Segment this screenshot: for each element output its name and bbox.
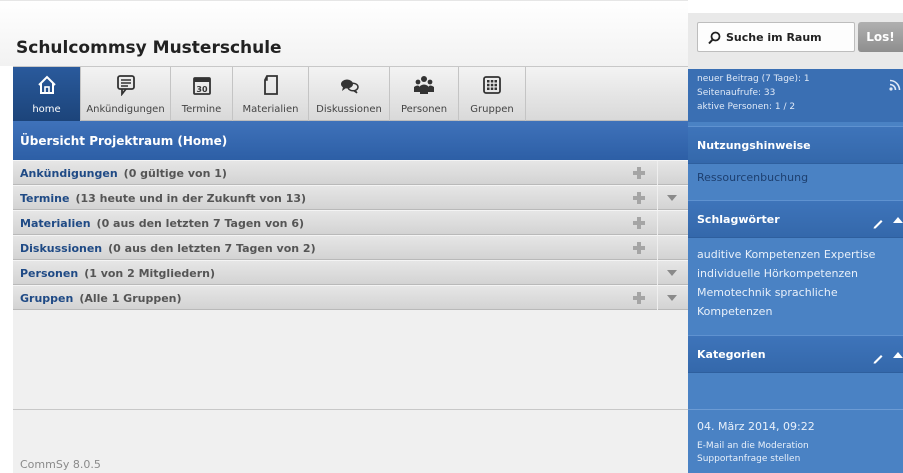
stat-active-persons: aktive Personen: 1 / 2 <box>697 102 796 112</box>
tab-label: Gruppen <box>470 104 514 115</box>
nutzungshinweise-header[interactable]: Nutzungshinweise <box>688 126 903 164</box>
document-icon <box>233 74 308 96</box>
schlagwoerter-list[interactable]: auditive Kompetenzen Expertise individue… <box>697 245 902 321</box>
kategorien-header[interactable]: Kategorien <box>688 335 903 373</box>
separator <box>657 161 658 186</box>
section-name[interactable]: Diskussionen <box>20 242 102 255</box>
section-row-diskussionen[interactable]: Diskussionen (0 aus den letzten 7 Tagen v… <box>13 235 688 261</box>
section-name[interactable]: Personen <box>20 267 78 280</box>
version-label: CommSy 8.0.5 <box>20 458 101 471</box>
collapse-arrow-icon[interactable] <box>893 352 903 358</box>
section-info: (13 heute und in der Zukunft von 13) <box>75 192 307 205</box>
tab-gruppen[interactable]: Gruppen <box>459 67 526 121</box>
section-name[interactable]: Termine <box>20 192 69 205</box>
tab-label: Diskussionen <box>316 104 382 115</box>
tab-home[interactable]: home <box>13 67 81 121</box>
stat-page-views: Seitenaufrufe: 33 <box>697 88 776 98</box>
add-icon[interactable] <box>631 240 647 256</box>
edit-icon[interactable] <box>872 349 884 368</box>
separator <box>657 236 658 261</box>
announcement-icon <box>81 74 170 96</box>
people-icon <box>390 74 458 96</box>
tab-label: home <box>32 104 61 115</box>
collapse-arrow-icon[interactable] <box>893 217 903 223</box>
stat-new-posts: neuer Beitrag (7 Tage): 1 <box>697 74 810 84</box>
groups-icon <box>459 74 525 96</box>
section-name[interactable]: Materialien <box>20 217 91 230</box>
search-button[interactable]: Los! <box>858 22 903 52</box>
calendar-icon-text: 30 <box>196 85 208 94</box>
tab-personen[interactable]: Personen <box>390 67 459 121</box>
schlagwoerter-title: Schlagwörter <box>697 213 780 226</box>
nutzungshinweise-title: Nutzungshinweise <box>697 139 811 152</box>
schlagwoerter-header[interactable]: Schlagwörter <box>688 200 903 238</box>
rss-icon[interactable] <box>889 76 901 95</box>
separator <box>657 261 658 286</box>
add-icon[interactable] <box>631 290 647 306</box>
edit-icon[interactable] <box>872 214 884 233</box>
search-placeholder: Suche im Raum <box>726 31 822 44</box>
kategorien-title: Kategorien <box>697 348 766 361</box>
calendar-icon: 30 <box>171 74 232 96</box>
tab-label: Termine <box>181 104 222 115</box>
sidebar-divider <box>688 409 903 410</box>
room-stats: neuer Beitrag (7 Tage): 1 Seitenaufrufe:… <box>688 69 903 122</box>
tab-label: Personen <box>400 104 448 115</box>
mail-moderation-link[interactable]: E-Mail an die Moderation <box>697 441 809 451</box>
search-area: Suche im Raum Los! <box>688 13 903 69</box>
section-row-termine[interactable]: Termine (13 heute und in der Zukunft von … <box>13 185 688 211</box>
section-row-materialien[interactable]: Materialien (0 aus den letzten 7 Tagen vo… <box>13 210 688 236</box>
ressourcenbuchung-link[interactable]: Ressourcenbuchung <box>697 171 808 184</box>
search-input[interactable]: Suche im Raum <box>697 22 855 52</box>
separator <box>657 186 658 211</box>
separator <box>657 286 658 311</box>
tab-termine[interactable]: 30 Termine <box>171 67 233 121</box>
tab-label: Ankündigungen <box>86 104 165 115</box>
expand-arrow-icon[interactable] <box>667 295 677 301</box>
add-icon[interactable] <box>631 190 647 206</box>
section-info: (0 aus den letzten 7 Tagen von 2) <box>108 242 316 255</box>
support-request-link[interactable]: Supportanfrage stellen <box>697 454 800 464</box>
site-title: Schulcommsy Musterschule <box>16 38 282 58</box>
section-row-ankuendigungen[interactable]: Ankündigungen (0 gültige von 1) <box>13 160 688 186</box>
section-info: (Alle 1 Gruppen) <box>79 292 182 305</box>
main-content: Übersicht Projektraum (Home) Ankündigung… <box>13 121 688 473</box>
section-info: (0 gültige von 1) <box>123 167 227 180</box>
expand-arrow-icon[interactable] <box>667 195 677 201</box>
current-date: 04. März 2014, 09:22 <box>697 420 815 433</box>
home-icon <box>13 74 80 96</box>
tab-ankuendigungen[interactable]: Ankündigungen <box>81 67 171 121</box>
tab-label: Materialien <box>242 104 299 115</box>
tab-diskussionen[interactable]: Diskussionen <box>309 67 390 121</box>
section-row-gruppen[interactable]: Gruppen (Alle 1 Gruppen) <box>13 285 688 311</box>
page: Schulcommsy Musterschule home Ankündigun… <box>0 0 903 473</box>
section-row-personen[interactable]: Personen (1 von 2 Mitgliedern) <box>13 260 688 286</box>
tab-materialien[interactable]: Materialien <box>233 67 309 121</box>
sidebar: Suche im Raum Los! neuer Beitrag (7 Tage… <box>688 13 903 473</box>
overview-header: Übersicht Projektraum (Home) <box>13 121 688 160</box>
add-icon[interactable] <box>631 165 647 181</box>
footer-divider <box>13 409 688 410</box>
overview-title: Übersicht Projektraum (Home) <box>20 134 228 148</box>
header: Schulcommsy Musterschule <box>0 0 688 66</box>
section-info: (0 aus den letzten 7 Tagen von 6) <box>96 217 305 230</box>
expand-arrow-icon[interactable] <box>667 270 677 276</box>
section-info: (1 von 2 Mitgliedern) <box>84 267 216 280</box>
discussion-icon <box>309 74 389 96</box>
section-name[interactable]: Ankündigungen <box>20 167 118 180</box>
add-icon[interactable] <box>631 215 647 231</box>
search-icon <box>708 30 721 49</box>
separator <box>657 211 658 236</box>
tab-bar: home Ankündigungen 30 Termine Materialie… <box>13 66 688 121</box>
section-name[interactable]: Gruppen <box>20 292 73 305</box>
